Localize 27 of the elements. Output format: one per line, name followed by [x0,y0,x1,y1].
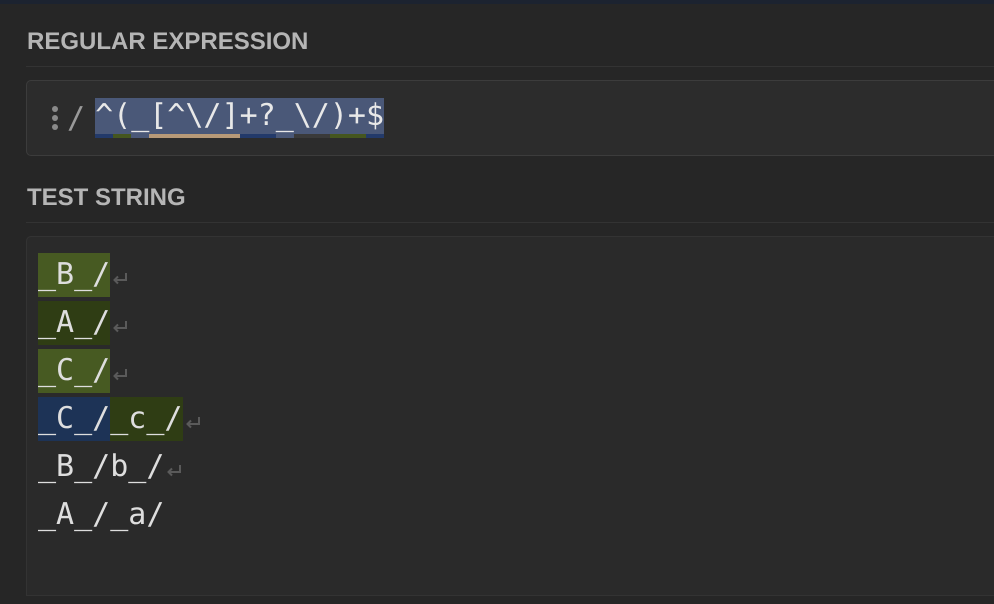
newline-icon [184,416,200,430]
regex-token: [^\/] [149,98,240,138]
regex-token: \/ [294,98,330,138]
regex-token: ^ [95,98,114,138]
regex-token: _ [131,98,150,135]
drag-handle-icon[interactable] [51,105,59,131]
regex-token: )+ [330,98,366,138]
regex-token: _ [276,98,294,135]
regex-token: $ [366,98,384,138]
regex-delimiter: / [67,100,86,136]
test-text: _B_/b_/ [38,448,164,486]
newline-icon [112,368,128,382]
newline-icon [166,464,182,478]
newline-icon [112,320,128,334]
match-highlight: _A_/ [38,301,110,345]
regex-token: ( [113,98,132,138]
match-highlight: _C_/ [38,397,110,441]
section-heading: TEST STRING [26,178,994,223]
match-highlight: _C_/ [38,349,110,393]
test-string-field[interactable]: _B_/ _A_/ _C_/ _C_/_c_/ _B_/b_/ _A_/_a/ [26,236,994,596]
match-highlight: _c_/ [110,397,182,441]
newline-icon [112,272,128,286]
match-highlight: _B_/ [38,253,110,297]
regex-token: +? [240,98,276,138]
section-heading: REGULAR EXPRESSION [26,22,994,67]
regex-input-field[interactable]: / ^(_[^\/]+?_\/)+$ [26,80,994,156]
test-text: _A_/_a/ [38,496,164,534]
